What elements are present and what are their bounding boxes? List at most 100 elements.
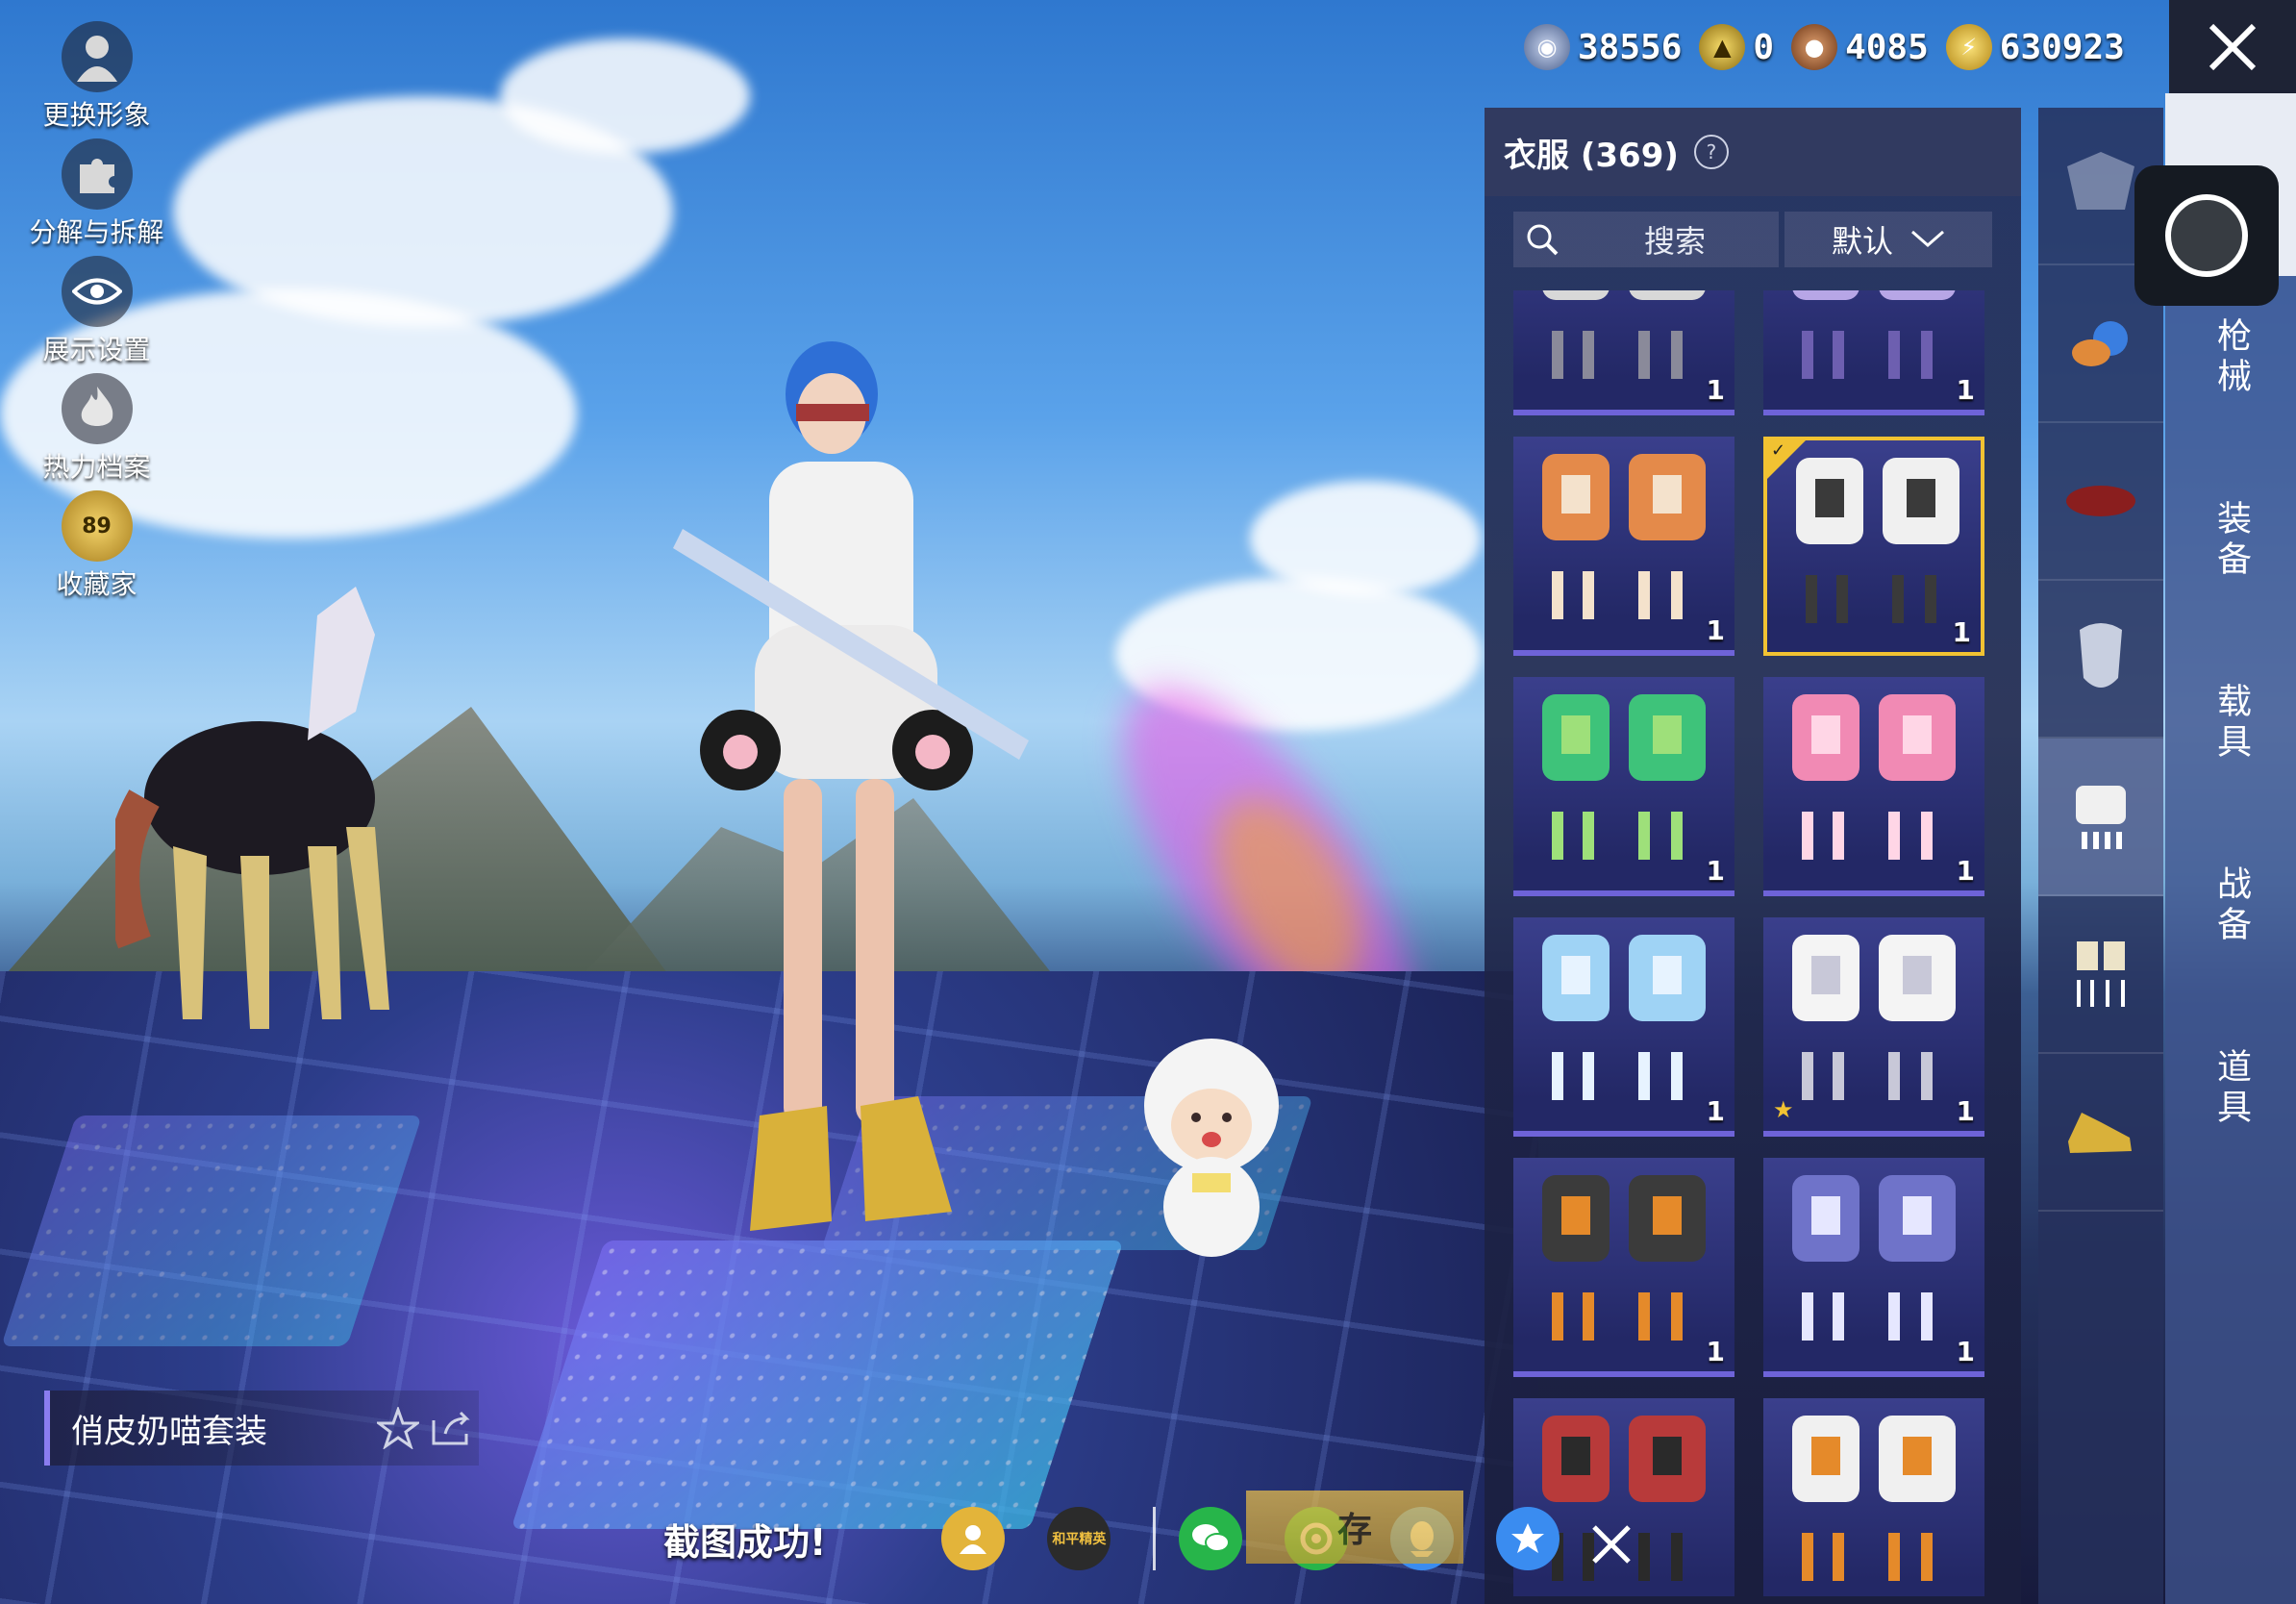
outfit-thumbnail — [1542, 290, 1706, 379]
share-icon — [432, 1411, 470, 1445]
collector-button[interactable]: 89 收藏家 — [17, 490, 176, 608]
category-shoes[interactable] — [2038, 1054, 2163, 1212]
close-button[interactable] — [2169, 0, 2296, 93]
panel-title: 衣服 (369) — [1504, 136, 1679, 175]
outfit-item-card[interactable]: 1 — [1513, 917, 1734, 1137]
outfit-set-icon — [2076, 786, 2126, 849]
item-quantity: 1 — [1706, 855, 1725, 887]
currency-lightning[interactable]: ⚡ 630923 — [1945, 24, 2125, 70]
currency-gold-token[interactable]: ▲ 0 — [1699, 24, 1774, 70]
category-face[interactable] — [2038, 581, 2163, 739]
pet-lamb — [1144, 1039, 1279, 1257]
sort-dropdown[interactable]: 默认 — [1784, 212, 1992, 267]
menu-label: 收藏家 — [56, 568, 137, 600]
puzzle-icon — [61, 138, 133, 210]
item-quantity: 1 — [1956, 855, 1975, 887]
headband-icon — [2066, 486, 2135, 516]
tab-equipment[interactable]: 装备 — [2165, 449, 2296, 632]
outfit-name: 俏皮奶喵套装 — [71, 1412, 267, 1451]
category-pants[interactable] — [2038, 896, 2163, 1054]
category-column — [2038, 108, 2163, 1604]
lightning-coin-icon: ⚡ — [1945, 24, 1992, 70]
outfit-thumbnail — [1792, 1175, 1956, 1341]
item-quantity: 1 — [1956, 1095, 1975, 1127]
share-divider — [1153, 1507, 1157, 1570]
outfit-item-card[interactable]: 1 — [1763, 1158, 1984, 1377]
menu-label: 热力档案 — [42, 451, 151, 483]
outfit-thumbnail — [1542, 694, 1706, 860]
currency-bronze[interactable]: ● 4085 — [1791, 24, 1929, 70]
outfit-item-card[interactable]: ✓ 1 — [1763, 437, 1984, 656]
outfit-thumbnail — [1792, 694, 1956, 860]
tab-props[interactable]: 道具 — [2165, 997, 2296, 1180]
category-outfit[interactable] — [2038, 739, 2163, 896]
outfit-thumbnail — [1542, 1175, 1706, 1341]
owner-badge-icon: ★ — [1773, 1096, 1794, 1123]
decompose-button[interactable]: 分解与拆解 — [17, 138, 176, 256]
outfit-item-card[interactable]: 1 — [1513, 1158, 1734, 1377]
person-icon — [61, 21, 133, 92]
screenshot-success-text: 截图成功! — [663, 1520, 827, 1564]
item-grid: 1 1 1 ✓ 1 1 1 1 ★ 1 1 1 — [1513, 290, 1994, 1596]
tab-label: 道具 — [2211, 1048, 2251, 1129]
item-quantity: 1 — [1706, 1095, 1725, 1127]
share-close-button[interactable] — [1577, 1510, 1646, 1579]
help-icon[interactable]: ? — [1693, 135, 1729, 169]
star-icon — [377, 1407, 419, 1449]
avatar-share-icon[interactable] — [941, 1507, 1006, 1570]
category-headwear[interactable] — [2038, 423, 2163, 581]
search-icon — [1513, 222, 1571, 257]
outfit-item-card[interactable]: 1 — [1513, 437, 1734, 656]
tab-gear[interactable]: 战备 — [2165, 815, 2296, 997]
panel-header: 衣服 (369) ? — [1485, 108, 2021, 196]
save-label: 存 — [1336, 1511, 1372, 1550]
sort-label: 默认 — [1831, 223, 1893, 260]
tab-label: 装备 — [2211, 500, 2251, 581]
change-appearance-button[interactable]: 更换形象 — [17, 21, 176, 138]
heat-archive-button[interactable]: 热力档案 — [17, 373, 176, 490]
outfit-item-card[interactable]: ★ 1 — [1763, 917, 1984, 1137]
outfit-thumbnail — [1792, 1416, 1956, 1581]
outfit-thumbnail — [1792, 935, 1956, 1100]
chevron-down-icon — [1911, 230, 1944, 247]
tab-vehicles[interactable]: 载具 — [2165, 632, 2296, 815]
mount-horse — [115, 587, 389, 1029]
share-outfit-button[interactable] — [425, 1401, 479, 1455]
currency-bar: ◉ 38556 ▲ 0 ● 4085 ⚡ 630923 — [1524, 19, 2125, 75]
menu-label: 展示设置 — [42, 334, 151, 365]
menu-label: 更换形象 — [42, 99, 151, 131]
collector-level: 89 — [82, 514, 112, 539]
outfit-item-card[interactable]: 1 — [1513, 677, 1734, 896]
display-settings-button[interactable]: 展示设置 — [17, 256, 176, 373]
tab-label: 枪械 — [2211, 317, 2251, 398]
save-button[interactable]: 存 — [1246, 1491, 1463, 1564]
outfit-item-card[interactable]: 1 — [1763, 290, 1984, 415]
outfit-item-card[interactable]: 1 — [1513, 290, 1734, 415]
item-quantity: 1 — [1706, 374, 1725, 406]
currency-value: 38556 — [1578, 27, 1683, 67]
currency-silver[interactable]: ◉ 38556 — [1524, 24, 1682, 70]
favorite-button[interactable] — [371, 1401, 425, 1455]
outfit-item-card[interactable]: 1 — [1763, 677, 1984, 896]
qzone-icon[interactable] — [1496, 1507, 1560, 1570]
outfit-thumbnail — [1542, 454, 1706, 619]
item-quantity: 1 — [1706, 614, 1725, 646]
eye-icon — [61, 256, 133, 327]
currency-value: 630923 — [1999, 27, 2125, 67]
collector-badge-icon: 89 — [61, 490, 133, 562]
outfit-name-bar: 俏皮奶喵套装 — [44, 1391, 479, 1466]
search-placeholder: 搜索 — [1643, 223, 1706, 260]
game-logo-label: 和平精英 — [1052, 1532, 1107, 1547]
outfit-thumbnail — [1542, 935, 1706, 1100]
item-quantity: 1 — [1956, 374, 1975, 406]
bag-icon — [2072, 321, 2128, 366]
tab-label: 战备 — [2211, 865, 2251, 946]
game-logo-icon[interactable]: 和平精英 — [1047, 1507, 1111, 1570]
outfit-item-card[interactable] — [1763, 1398, 1984, 1596]
screenshot-button[interactable] — [2134, 165, 2279, 306]
search-input[interactable]: 搜索 — [1513, 212, 1779, 267]
currency-value: 4085 — [1845, 27, 1929, 67]
wechat-icon[interactable] — [1179, 1507, 1243, 1570]
menu-label: 分解与拆解 — [29, 216, 164, 248]
tab-label: 载具 — [2211, 683, 2251, 764]
